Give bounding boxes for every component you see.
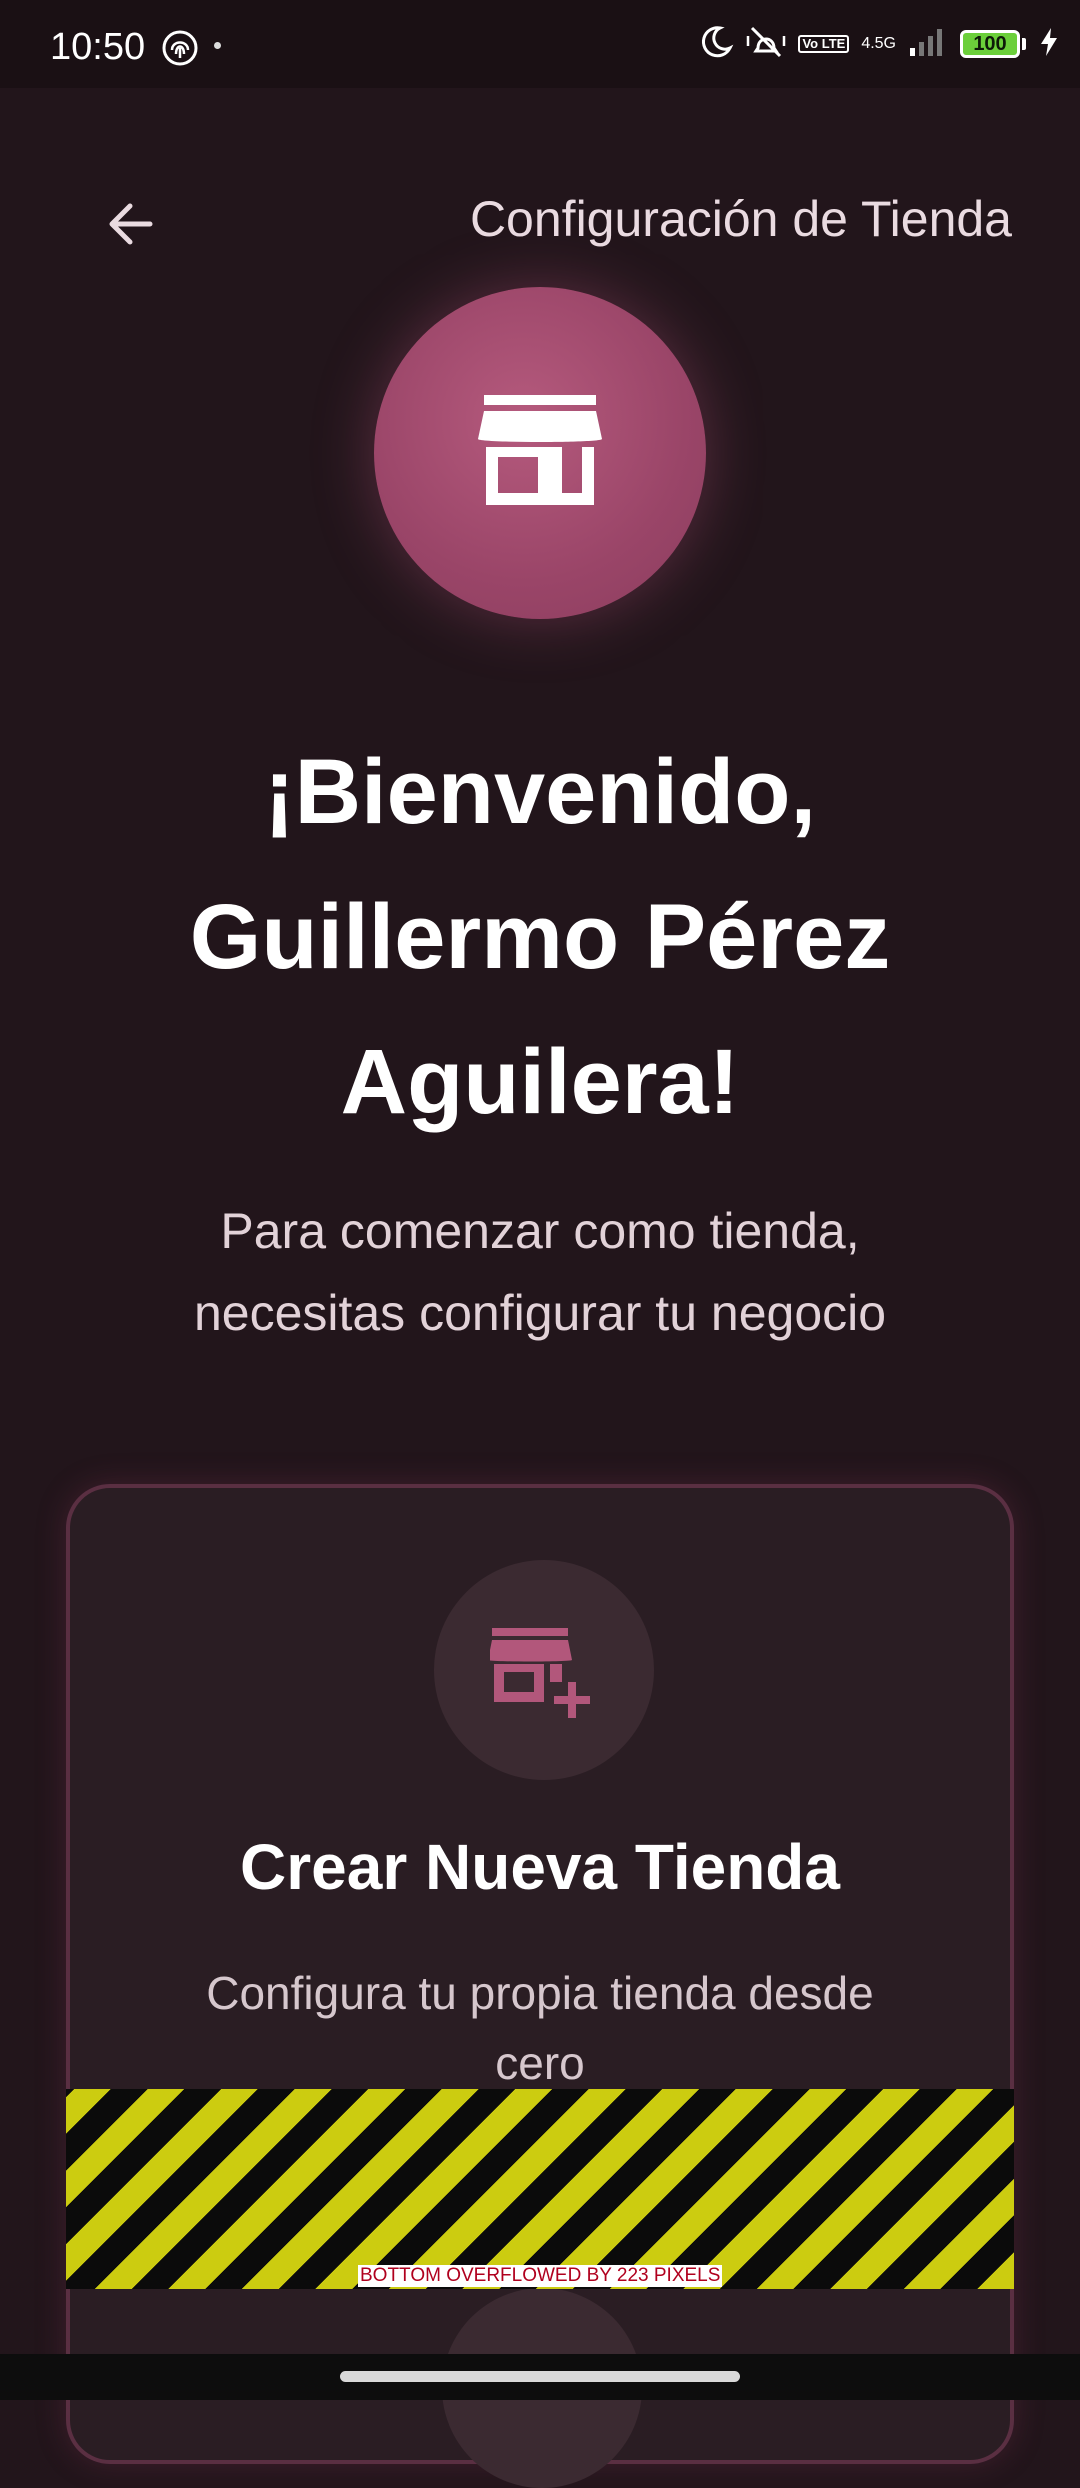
system-navigation-bar	[0, 2354, 1080, 2400]
status-icons: Vo LTE 4.5G 100	[698, 24, 1060, 64]
fingerprint-notification-icon	[160, 28, 200, 73]
battery-tip-icon	[1022, 38, 1026, 50]
add-business-icon	[490, 1628, 590, 1718]
volte-badge: Vo LTE	[798, 35, 850, 53]
create-store-icon-circle	[434, 1560, 654, 1780]
create-store-card[interactable]: Crear Nueva Tienda Configura tu propia t…	[66, 1484, 1014, 2488]
overflow-warning-label: BOTTOM OVERFLOWED BY 223 PIXELS	[358, 2265, 723, 2287]
overflow-warning-stripes	[66, 2089, 1014, 2289]
back-button[interactable]	[100, 192, 164, 256]
notification-dot-icon	[214, 42, 221, 49]
status-bar: 10:50 Vo LTE 4.5G 100	[0, 0, 1080, 88]
battery-indicator: 100	[960, 30, 1020, 58]
home-gesture-handle[interactable]	[340, 2371, 740, 2382]
vibrate-muted-icon	[746, 24, 786, 65]
description-line-1: Configura tu propia tienda desde	[206, 1967, 874, 2019]
welcome-subtitle: Para comenzar como tienda, necesitas con…	[90, 1190, 990, 1354]
create-store-description: Configura tu propia tienda desde cero	[140, 1958, 940, 2098]
welcome-line-3: Aguilera!	[340, 1031, 740, 1133]
description-line-2: cero	[495, 2037, 585, 2089]
status-time: 10:50	[50, 26, 146, 68]
welcome-line-1: ¡Bienvenido,	[263, 741, 817, 843]
charging-bolt-icon	[1038, 26, 1060, 63]
arrow-back-icon	[109, 203, 153, 245]
welcome-heading: ¡Bienvenido, Guillermo Pérez Aguilera!	[80, 720, 1000, 1155]
subtitle-line-1: Para comenzar como tienda,	[220, 1203, 860, 1259]
signal-strength-icon	[908, 26, 948, 63]
welcome-line-2: Guillermo Pérez	[189, 886, 891, 988]
store-avatar-circle	[374, 287, 706, 619]
subtitle-line-2: necesitas configurar tu negocio	[193, 1285, 887, 1341]
network-type-label: 4.5G	[861, 35, 896, 52]
create-store-title: Crear Nueva Tienda	[240, 1831, 840, 1903]
do-not-disturb-moon-icon	[698, 24, 734, 65]
storefront-icon	[478, 395, 602, 505]
page-title: Configuración de Tienda	[469, 191, 1012, 247]
